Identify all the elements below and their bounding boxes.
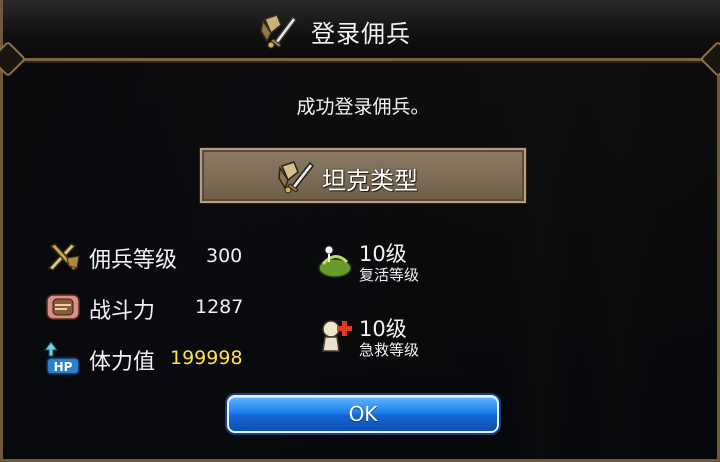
hp-up-icon: HP	[44, 341, 80, 375]
mercenary-type-label: 坦克类型	[322, 167, 418, 195]
skill-name: 复活等级	[359, 266, 420, 284]
combat-power-scroll-icon	[46, 294, 80, 320]
dialog-title-bar: 登录佣兵	[0, 0, 720, 78]
first-aid-icon	[322, 320, 352, 352]
stat-label: 佣兵等级	[89, 248, 178, 273]
revive-creature-icon	[318, 245, 352, 278]
stat-label: 战斗力	[89, 299, 156, 324]
crossed-swords-icon	[47, 243, 80, 271]
ok-button[interactable]: OK	[227, 395, 499, 433]
stat-combat-power: 战斗力 1287	[43, 287, 263, 327]
mercenary-type-banner: 坦克类型	[200, 148, 526, 203]
dialog-title: 登录佣兵	[311, 20, 411, 48]
svg-text:HP: HP	[54, 360, 73, 374]
frame-corner-ornament	[699, 40, 720, 78]
success-message: 成功登录佣兵。	[296, 96, 430, 118]
stat-value: 199998	[170, 347, 243, 369]
tank-class-icon	[278, 161, 314, 194]
skill-first-aid: 10级 急救等级	[315, 313, 465, 363]
stat-mercenary-level: 佣兵等级 300	[43, 236, 263, 276]
stat-value: 300	[206, 245, 243, 267]
skill-name: 急救等级	[359, 341, 420, 359]
frame-corner-ornament	[0, 40, 27, 78]
mercenary-emblem-icon	[260, 14, 297, 49]
skill-revive: 10级 复活等级	[315, 238, 465, 288]
register-mercenary-dialog: 登录佣兵 成功登录佣兵。 坦克类型 佣兵等级 300 战斗力 1287 HP 体…	[0, 0, 720, 462]
stat-hp: HP 体力值 199998	[43, 338, 273, 378]
stat-label: 体力值	[89, 350, 156, 375]
stat-value: 1287	[195, 296, 244, 318]
